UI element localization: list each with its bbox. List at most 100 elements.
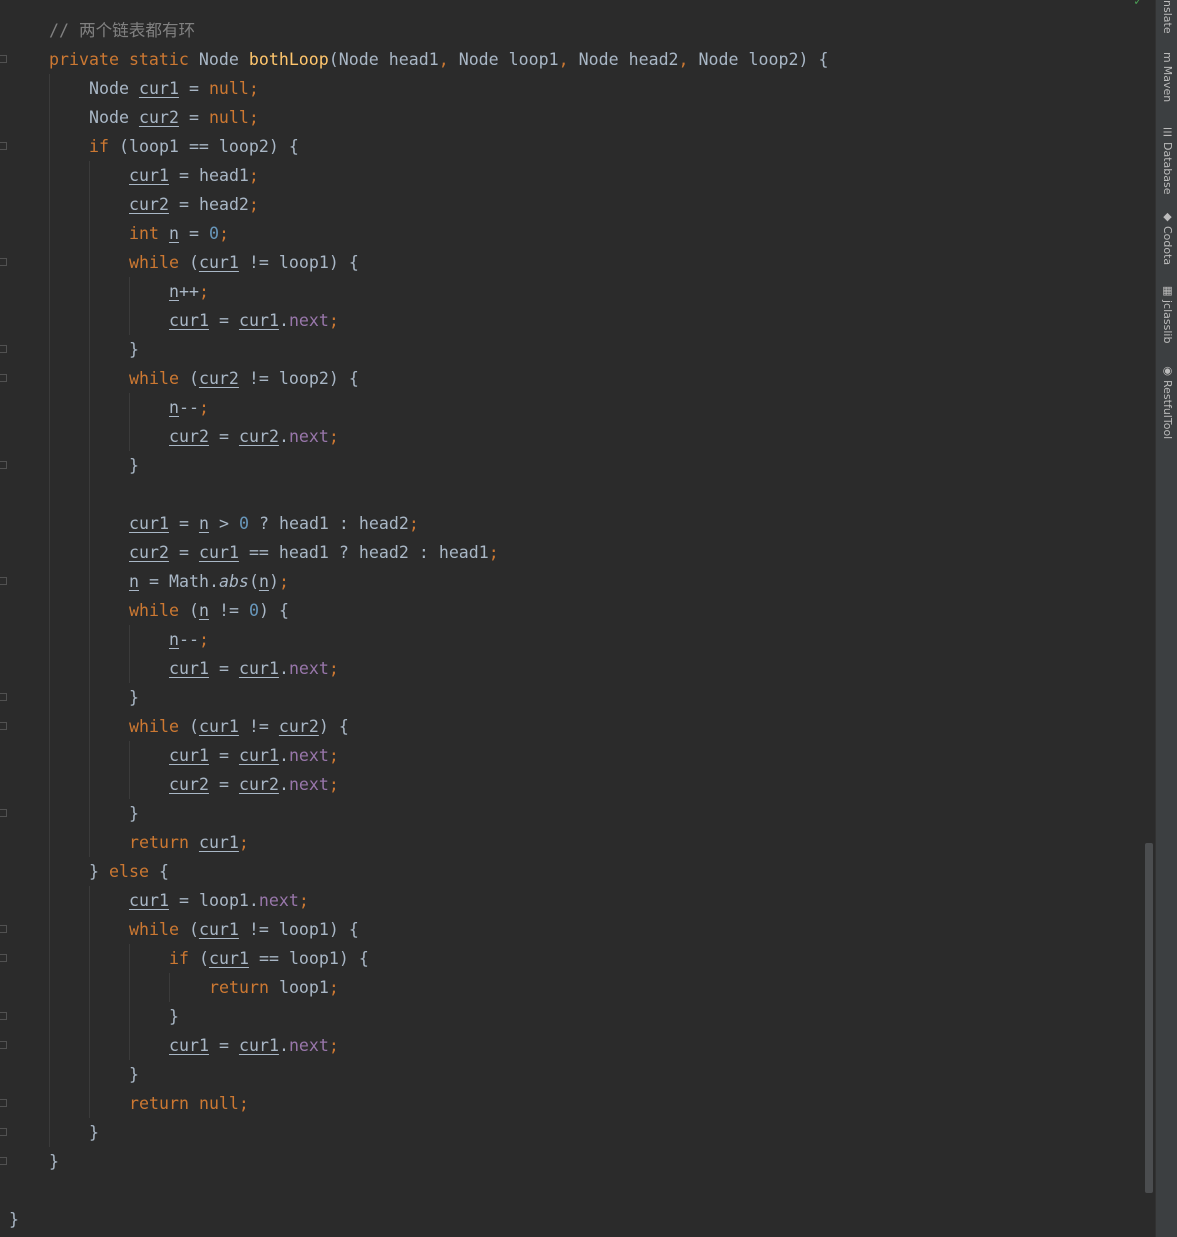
- tool-window-maven[interactable]: m Maven: [1158, 52, 1176, 102]
- code-token: =: [218, 311, 229, 330]
- code-token: n: [198, 514, 209, 533]
- code-line[interactable]: return cur1;: [9, 828, 828, 857]
- code-line[interactable]: while (cur1 != loop1) {: [9, 248, 828, 277]
- code-token: while: [129, 253, 179, 272]
- code-line[interactable]: [9, 1176, 828, 1205]
- indent-guide: [89, 422, 129, 451]
- code-line[interactable]: cur1 = head1;: [9, 161, 828, 190]
- code-token: (: [188, 601, 199, 620]
- code-token: {: [818, 50, 829, 69]
- fold-marker-icon[interactable]: [0, 1012, 7, 1020]
- code-line[interactable]: private static Node bothLoop(Node head1, Node…: [9, 45, 828, 74]
- tool-window-restfultool[interactable]: ◉ RestfulTool: [1158, 364, 1176, 439]
- indent-guide: [9, 1060, 49, 1089]
- code-line[interactable]: int n = 0;: [9, 219, 828, 248]
- code-token: Math.: [169, 572, 219, 591]
- code-line[interactable]: cur1 = cur1.next;: [9, 741, 828, 770]
- code-line[interactable]: }: [9, 1060, 828, 1089]
- code-line[interactable]: }: [9, 1118, 828, 1147]
- tool-window-database[interactable]: ☰ Database: [1158, 126, 1176, 195]
- code-token: ;: [328, 427, 339, 446]
- code-token: 0: [208, 224, 219, 243]
- indent-guide: [89, 567, 129, 596]
- code-line[interactable]: if (cur1 == loop1) {: [9, 944, 828, 973]
- fold-marker-icon[interactable]: [0, 1041, 7, 1049]
- code-line[interactable]: cur1 = cur1.next;: [9, 654, 828, 683]
- code-token: cur2: [138, 108, 179, 127]
- indent-guide: [89, 741, 129, 770]
- tool-window-codota[interactable]: ◆ Codota: [1158, 210, 1176, 265]
- code-token: }: [49, 1152, 59, 1171]
- code-line[interactable]: n = Math.abs(n);: [9, 567, 828, 596]
- code-line[interactable]: }: [9, 451, 828, 480]
- code-line[interactable]: n--;: [9, 393, 828, 422]
- code-line[interactable]: [9, 480, 828, 509]
- code-line[interactable]: n++;: [9, 277, 828, 306]
- fold-marker-icon[interactable]: [0, 142, 7, 150]
- code-line[interactable]: }: [9, 335, 828, 364]
- indent-guide: [89, 915, 129, 944]
- inspection-ok-icon: ✓: [1134, 0, 1142, 9]
- code-line[interactable]: cur2 = cur2.next;: [9, 770, 828, 799]
- code-token: cur2: [129, 543, 169, 562]
- fold-marker-icon[interactable]: [0, 374, 7, 382]
- code-line[interactable]: n--;: [9, 625, 828, 654]
- fold-marker-icon[interactable]: [0, 577, 7, 585]
- code-line[interactable]: } else {: [9, 857, 828, 886]
- fold-marker-icon[interactable]: [0, 1128, 7, 1136]
- code-line[interactable]: return null;: [9, 1089, 828, 1118]
- code-line[interactable]: while (cur1 != loop1) {: [9, 915, 828, 944]
- fold-marker-icon[interactable]: [0, 1157, 7, 1165]
- code-line[interactable]: // 两个链表都有环: [9, 16, 828, 45]
- code-line[interactable]: cur2 = head2;: [9, 190, 828, 219]
- tool-window-nslate[interactable]: nslate: [1158, 0, 1176, 34]
- fold-marker-icon[interactable]: [0, 925, 7, 933]
- code-line[interactable]: while (cur1 != cur2) {: [9, 712, 828, 741]
- code-line[interactable]: }: [9, 683, 828, 712]
- indent-guide: [89, 944, 129, 973]
- code-token: loop2): [748, 50, 809, 69]
- fold-marker-icon[interactable]: [0, 258, 7, 266]
- code-line[interactable]: }: [9, 799, 828, 828]
- indent-guide: [9, 625, 49, 654]
- code-line[interactable]: }: [9, 1002, 828, 1031]
- code-line[interactable]: while (cur2 != loop2) {: [9, 364, 828, 393]
- code-line[interactable]: }: [9, 1147, 828, 1176]
- fold-marker-icon[interactable]: [0, 954, 7, 962]
- code-line[interactable]: cur2 = cur1 == head1? head2: head1;: [9, 538, 828, 567]
- code-line[interactable]: Node cur1 = null;: [9, 74, 828, 103]
- code-line[interactable]: cur1 = loop1.next;: [9, 886, 828, 915]
- code-line[interactable]: cur1 = n >0? head1: head2;: [9, 509, 828, 538]
- indent-guide: [9, 596, 49, 625]
- indent-guide: [89, 190, 129, 219]
- code-token: =: [188, 79, 199, 98]
- code-line[interactable]: cur1 = cur1.next;: [9, 306, 828, 335]
- code-line[interactable]: cur2 = cur2.next;: [9, 422, 828, 451]
- fold-marker-icon[interactable]: [0, 809, 7, 817]
- fold-marker-icon[interactable]: [0, 461, 7, 469]
- fold-marker-icon[interactable]: [0, 345, 7, 353]
- code-token: return: [209, 978, 269, 997]
- code-token: =: [218, 746, 229, 765]
- fold-marker-icon[interactable]: [0, 722, 7, 730]
- code-line[interactable]: cur1 = cur1.next;: [9, 1031, 828, 1060]
- code-line[interactable]: if (loop1 == loop2) {: [9, 132, 828, 161]
- vertical-scrollbar[interactable]: [1145, 843, 1153, 1193]
- code-token: cur1: [169, 1036, 209, 1055]
- tool-window-jclasslib[interactable]: ▦ jclasslib: [1158, 284, 1176, 343]
- code-area[interactable]: // 两个链表都有环 private static Node bothLoop(Node…: [9, 16, 828, 1234]
- code-line[interactable]: while (n != 0) {: [9, 596, 828, 625]
- code-token: }: [129, 1065, 139, 1084]
- code-token: =: [188, 108, 199, 127]
- code-token: ,: [558, 50, 569, 69]
- fold-marker-icon[interactable]: [0, 55, 7, 63]
- code-token: {: [348, 253, 359, 272]
- code-line[interactable]: }: [9, 1205, 828, 1234]
- code-editor[interactable]: ✓ // 两个链表都有环 private static Node bothLoop(No…: [0, 0, 1155, 1237]
- code-line[interactable]: return loop1;: [9, 973, 828, 1002]
- indent-guide: [49, 973, 89, 1002]
- code-line[interactable]: Node cur2 = null;: [9, 103, 828, 132]
- fold-marker-icon[interactable]: [0, 693, 7, 701]
- code-token: ;: [328, 311, 339, 330]
- fold-marker-icon[interactable]: [0, 1099, 7, 1107]
